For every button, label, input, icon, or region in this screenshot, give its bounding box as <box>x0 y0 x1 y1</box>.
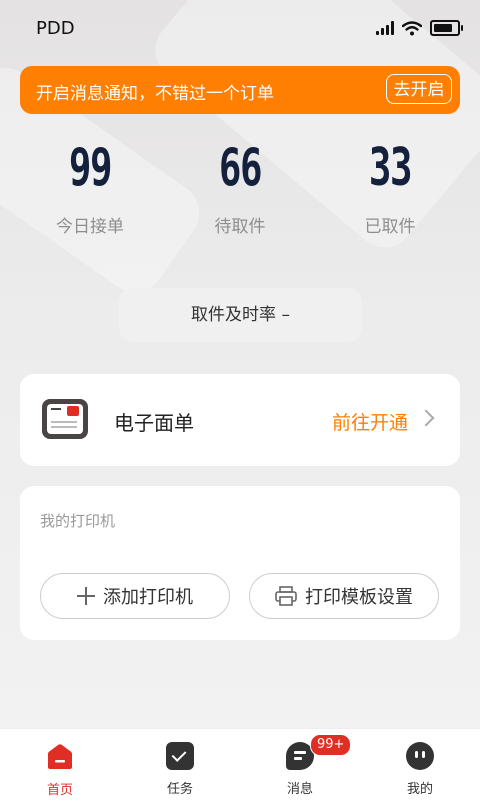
stat-today-orders[interactable]: 99 今日接单 <box>20 136 160 237</box>
tab-label: 我的 <box>406 782 433 797</box>
bottom-tab-bar: 首页 任务 消息 我的 99+ <box>0 728 480 801</box>
printer-section-title: 我的打印机 <box>40 512 116 530</box>
tab-label: 任务 <box>166 782 193 797</box>
message-count-badge: 99+ <box>310 734 352 756</box>
pickup-rate-pill: 取件及时率 – <box>119 288 362 342</box>
tab-tasks[interactable]: 任务 <box>120 729 240 801</box>
add-printer-button[interactable]: 添加打印机 <box>40 573 230 619</box>
plus-icon <box>77 587 95 605</box>
printer-card: 我的打印机 添加打印机 打印模板设置 <box>20 486 460 640</box>
stat-pending-pickup[interactable]: 66 待取件 <box>170 136 310 237</box>
print-template-label: 打印模板设置 <box>305 587 413 608</box>
chevron-right-icon <box>417 409 435 427</box>
e-waybill-card[interactable]: 电子面单 前往开通 <box>20 374 460 466</box>
notification-banner: 开启消息通知，不错过一个订单 去开启 <box>20 66 460 114</box>
tab-label: 消息 <box>286 782 313 797</box>
add-printer-label: 添加打印机 <box>103 587 193 608</box>
waybill-title: 电子面单 <box>114 411 194 435</box>
stat-value: 33 <box>368 138 413 198</box>
printer-icon <box>275 586 297 606</box>
tab-profile[interactable]: 我的 <box>360 729 480 801</box>
stat-value: 66 <box>218 138 263 198</box>
stat-label: 今日接单 <box>56 217 124 237</box>
waybill-icon <box>42 399 88 439</box>
waybill-activate-link[interactable]: 前往开通 <box>332 408 408 435</box>
status-icons <box>376 20 463 36</box>
tab-home[interactable]: 首页 <box>0 729 120 801</box>
home-icon <box>48 744 72 769</box>
stat-label: 待取件 <box>214 217 266 237</box>
notification-text: 开启消息通知，不错过一个订单 <box>36 84 274 104</box>
profile-icon <box>406 742 434 770</box>
stat-value: 99 <box>68 138 113 198</box>
battery-icon <box>430 20 463 36</box>
stat-label: 已取件 <box>364 217 416 237</box>
status-bar: PDD <box>0 0 480 58</box>
enable-notifications-button[interactable]: 去开启 <box>386 74 452 104</box>
signal-icon <box>376 21 394 35</box>
print-template-settings-button[interactable]: 打印模板设置 <box>249 573 439 619</box>
tab-label: 首页 <box>46 783 73 798</box>
task-icon <box>166 742 194 770</box>
stat-picked-up[interactable]: 33 已取件 <box>320 136 460 237</box>
stats-row: 99 今日接单 66 待取件 33 已取件 <box>0 136 480 237</box>
wifi-icon <box>402 20 422 35</box>
carrier-label: PDD <box>36 18 75 39</box>
